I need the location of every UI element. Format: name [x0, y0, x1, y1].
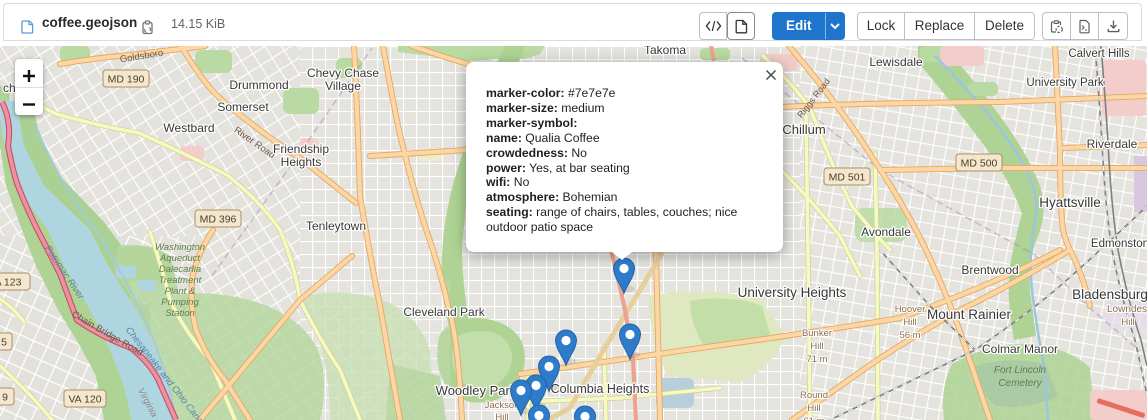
svg-text:Treatment: Treatment [159, 275, 202, 286]
svg-text:Woodley Park: Woodley Park [436, 383, 517, 398]
svg-text:Bladensburg: Bladensburg [1072, 287, 1147, 302]
svg-text:Calvert Hills: Calvert Hills [1068, 48, 1130, 60]
svg-text:Aqueduct: Aqueduct [159, 253, 201, 264]
svg-text:Pumping: Pumping [161, 297, 199, 308]
svg-text:MD 396: MD 396 [200, 214, 237, 226]
svg-text:Avondale: Avondale [861, 225, 911, 239]
svg-text:Plant &: Plant & [165, 286, 196, 297]
svg-text:Hill: Hill [495, 412, 508, 420]
svg-text:Station: Station [165, 308, 195, 319]
svg-text:5: 5 [1, 337, 7, 349]
svg-text:Fort Lincoln: Fort Lincoln [994, 365, 1047, 376]
svg-text:Washington: Washington [155, 242, 205, 253]
svg-text:MD 501: MD 501 [829, 172, 866, 184]
svg-text:University Park: University Park [1026, 77, 1104, 89]
svg-text:Hill: Hill [810, 341, 823, 352]
svg-text:Colmar Manor: Colmar Manor [982, 342, 1058, 356]
svg-text:Chevy Chase: Chevy Chase [307, 66, 379, 80]
svg-text:Hill: Hill [903, 317, 916, 328]
svg-text:Village: Village [325, 79, 361, 93]
svg-text:Dalecarlia: Dalecarlia [159, 264, 201, 275]
svg-text:Hill: Hill [1121, 317, 1134, 328]
svg-text:A 123: A 123 [0, 277, 22, 289]
svg-text:Friendship: Friendship [273, 142, 329, 156]
svg-text:MD 500: MD 500 [961, 158, 998, 170]
svg-text:Brentwood: Brentwood [961, 263, 1018, 277]
svg-text:Tenleytown: Tenleytown [306, 219, 366, 233]
svg-text:Somerset: Somerset [217, 100, 269, 114]
svg-text:71 m: 71 m [806, 354, 827, 365]
svg-text:Westbard: Westbard [163, 121, 214, 135]
svg-text:Hoover: Hoover [895, 304, 926, 315]
svg-text:MD 190: MD 190 [108, 74, 145, 86]
svg-text:Cemetery: Cemetery [998, 378, 1042, 389]
svg-text:VA 120: VA 120 [68, 394, 101, 406]
svg-text:University Heights: University Heights [738, 285, 847, 300]
svg-text:Cleveland Park: Cleveland Park [403, 305, 485, 319]
svg-text:56 m: 56 m [899, 330, 920, 341]
svg-text:Columbia Heights: Columbia Heights [551, 382, 650, 396]
svg-text:61 m: 61 m [803, 416, 824, 420]
svg-text:Mount Rainier: Mount Rainier [927, 307, 1012, 322]
svg-text:Heights: Heights [281, 155, 322, 169]
svg-text:Edmonston: Edmonston [1091, 238, 1147, 250]
svg-text:Round: Round [800, 390, 828, 401]
svg-text:ch: ch [3, 81, 16, 95]
svg-text:Bunker: Bunker [802, 328, 832, 339]
svg-text:Hyattsville: Hyattsville [1039, 195, 1101, 210]
svg-text:Chillum: Chillum [782, 122, 825, 137]
svg-text:Drummond: Drummond [229, 78, 288, 92]
svg-text:Hill: Hill [807, 403, 820, 414]
svg-text:Takoma: Takoma [644, 46, 686, 57]
svg-text:Riverdale: Riverdale [1087, 137, 1138, 151]
svg-text:Lowndes: Lowndes [1107, 304, 1147, 315]
svg-text:9: 9 [2, 392, 8, 404]
svg-text:Lewisdale: Lewisdale [869, 55, 923, 69]
